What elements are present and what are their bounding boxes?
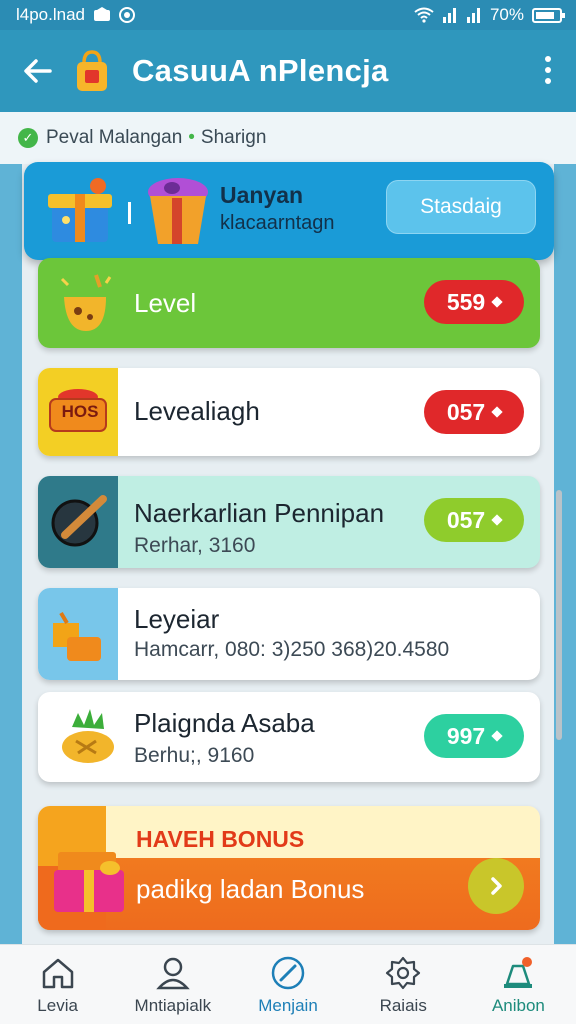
nav-rewards[interactable]: Anibon — [461, 945, 576, 1024]
overflow-menu-button[interactable] — [538, 50, 558, 90]
divider — [128, 202, 131, 224]
breadcrumb-item-1[interactable]: Peval Malangan — [46, 127, 182, 149]
item-subtitle: Berhu;, 9160 — [134, 744, 255, 767]
item-title: Plaignda Asaba — [134, 708, 315, 738]
item-title: Leyeiar — [134, 604, 220, 634]
nav-label: Anibon — [491, 995, 545, 1015]
pan-icon — [51, 495, 107, 547]
chevron-right-icon — [491, 877, 502, 895]
value-badge: 057 — [424, 390, 524, 434]
bonus-title: HAVEH BONUS — [136, 826, 305, 852]
notification-icon — [94, 7, 111, 21]
profile-icon — [156, 957, 190, 989]
list-item-leyeiar[interactable]: Leyeiar Hamcarr, 080: 3)250 368)20.4580 — [38, 588, 540, 680]
status-bar: l4po.lnad 70% — [0, 0, 576, 30]
record-icon — [119, 7, 136, 23]
signal-icon-2 — [466, 8, 480, 23]
featured-subtitle: klacaarntagn — [220, 212, 335, 234]
item-title: Level — [134, 288, 197, 318]
list-item-naerkarlian[interactable]: Naerkarlian Pennipan Rerhar, 3160 057 — [38, 476, 540, 568]
app-bar: CasuuA nPlencja — [0, 30, 576, 112]
nav-settings[interactable]: Raiais — [346, 945, 461, 1024]
back-button[interactable] — [18, 51, 58, 91]
value-badge: 057 — [424, 498, 524, 542]
featured-card[interactable]: Uanyan klacaarntagn Stasdaig — [24, 162, 554, 260]
value-text: 057 — [446, 398, 486, 425]
pineapple-icon — [62, 709, 114, 763]
bonus-banner[interactable]: HAVEH BONUS padikg ladan Bonus — [38, 806, 540, 930]
status-text: l4po.lnad — [16, 5, 86, 24]
nav-label: Mntiapialk — [134, 995, 212, 1015]
battery-icon — [532, 7, 565, 23]
thumbnail — [38, 588, 118, 680]
value-text: 559 — [446, 288, 486, 315]
wifi-icon — [414, 7, 434, 23]
home-icon — [42, 958, 73, 988]
breadcrumb-separator: • — [188, 127, 195, 148]
nav-label: Menjain — [258, 995, 318, 1015]
value-badge: 559 — [424, 280, 524, 324]
shopping-bag-icon — [77, 50, 107, 91]
settings-icon — [386, 956, 421, 989]
diamond-icon — [491, 296, 503, 308]
nav-profile[interactable]: Mntiapialk — [115, 945, 230, 1024]
pot-icon — [60, 274, 112, 331]
list-item-levealiagh[interactable]: HOS Levealiagh 057 — [38, 368, 540, 456]
sign-text: HOS — [61, 402, 99, 421]
list-item-plaignda[interactable]: Plaignda Asaba Berhu;, 9160 997 — [38, 692, 540, 782]
bonus-subtitle: padikg ladan Bonus — [136, 874, 365, 904]
breadcrumb-item-2[interactable]: Sharign — [201, 127, 267, 149]
value-text: 997 — [446, 722, 486, 749]
item-title: Naerkarlian Pennipan — [134, 498, 385, 528]
gift-stack-icon — [54, 852, 124, 912]
crate-icon — [53, 611, 101, 661]
compass-icon — [271, 956, 305, 989]
thumbnail — [52, 258, 122, 348]
back-arrow-icon — [24, 59, 52, 83]
gift-bucket-icon — [148, 178, 208, 244]
nav-label: Raiais — [379, 995, 427, 1015]
start-button[interactable]: Stasdaig — [386, 180, 536, 234]
nav-explore[interactable]: Menjain — [230, 945, 345, 1024]
bonus-go-button[interactable] — [468, 858, 524, 914]
check-icon: ✓ — [18, 128, 38, 148]
page-title: CasuuA nPlencja — [132, 53, 389, 88]
item-subtitle: Hamcarr, 080: 3)250 368)20.4580 — [134, 638, 450, 661]
signal-icon — [442, 8, 456, 23]
featured-title: Uanyan — [220, 182, 304, 208]
battery-text: 70% — [489, 5, 524, 24]
bottom-nav: Levia Mntiapialk Menjain Raiais Anibon — [0, 944, 576, 1024]
gift-box-icon — [48, 178, 112, 242]
diamond-icon — [491, 406, 503, 418]
thumbnail — [38, 476, 118, 568]
scrollbar[interactable] — [556, 490, 562, 740]
breadcrumb: ✓ Peval Malangan • Sharign — [0, 112, 576, 164]
badge-icon — [504, 956, 533, 988]
nav-label: Levia — [37, 995, 78, 1015]
diamond-icon — [491, 730, 503, 742]
nav-home[interactable]: Levia — [0, 945, 115, 1024]
diamond-icon — [491, 514, 503, 526]
value-text: 057 — [446, 506, 486, 533]
thumbnail — [48, 692, 128, 782]
item-subtitle: Rerhar, 3160 — [134, 534, 256, 557]
item-title: Levealiagh — [134, 396, 260, 426]
list-item-level[interactable]: Level 559 — [38, 258, 540, 348]
value-badge: 997 — [424, 714, 524, 758]
